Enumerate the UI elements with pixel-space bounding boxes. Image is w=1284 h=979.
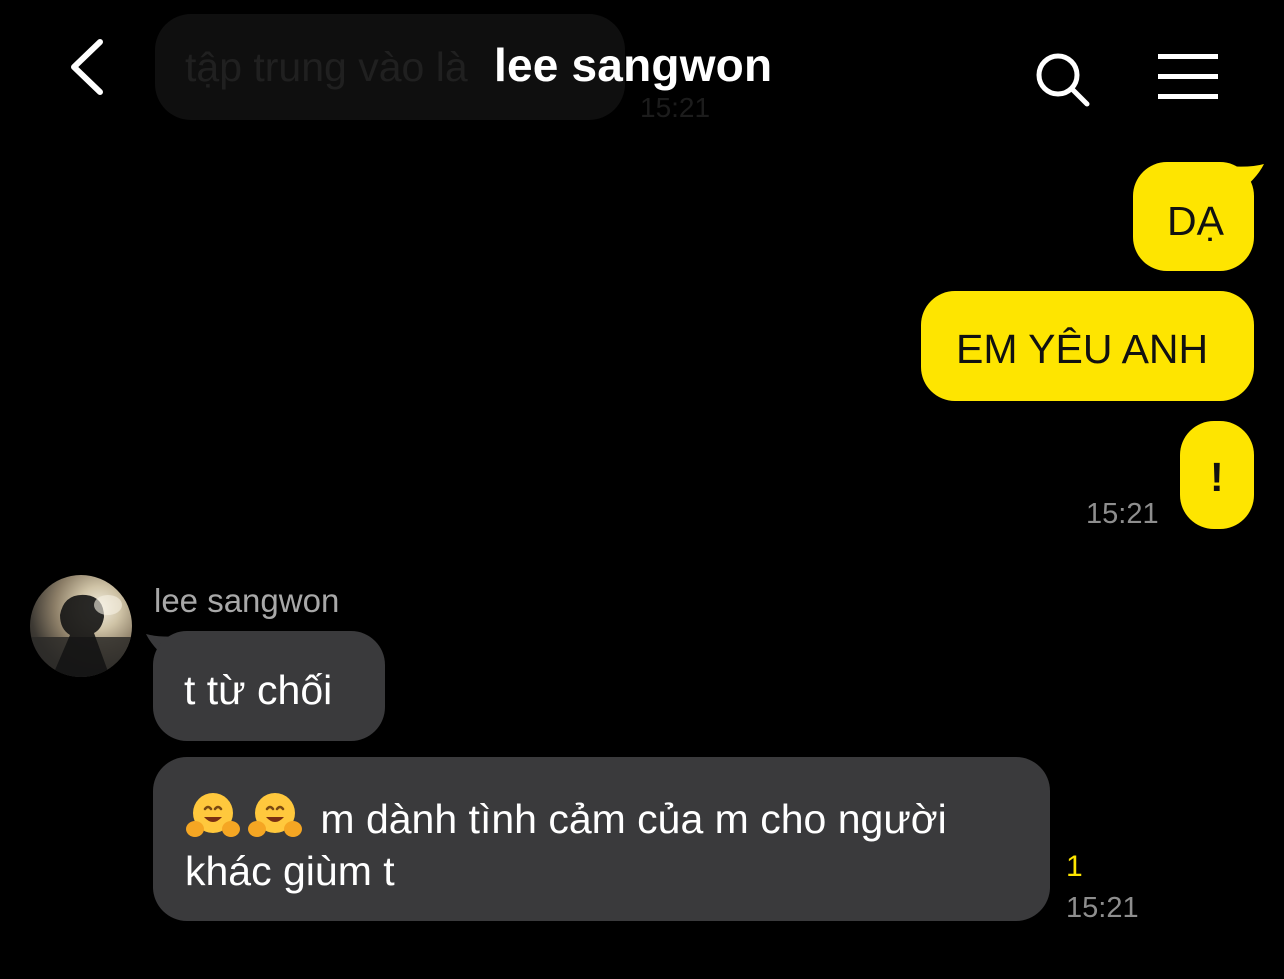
- received-message-bubble[interactable]: t từ chối: [153, 631, 385, 741]
- menu-button[interactable]: [1156, 52, 1220, 102]
- sent-message-bubble[interactable]: !: [1180, 421, 1254, 529]
- sent-message-text: DẠ: [1167, 198, 1224, 244]
- sent-message-bubble[interactable]: DẠ: [1133, 162, 1254, 271]
- sent-message-text: EM YÊU ANH: [956, 326, 1209, 372]
- hamburger-menu-icon: [1158, 54, 1218, 99]
- avatar-photo: [30, 594, 132, 677]
- hugging-face-emoji-icon: [186, 793, 240, 837]
- received-message-time: 15:21: [1066, 892, 1139, 924]
- received-message-bubble[interactable]: m dành tình cảm của m cho người khác giù…: [153, 757, 1050, 921]
- sent-message-bubble[interactable]: EM YÊU ANH: [921, 291, 1254, 401]
- sender-name: lee sangwon: [154, 582, 340, 619]
- sent-message-time: 15:21: [1086, 498, 1159, 530]
- chat-title: lee sangwon: [494, 39, 773, 91]
- back-button[interactable]: [62, 36, 116, 98]
- search-icon: [1036, 53, 1090, 107]
- previous-message-text: tập trung vào là: [185, 44, 468, 90]
- received-message-text: t từ chối: [184, 667, 333, 713]
- chevron-left-icon: [71, 39, 103, 95]
- sent-message-text: !: [1210, 454, 1224, 500]
- hugging-face-emoji-icon: [248, 793, 302, 837]
- search-button[interactable]: [1032, 50, 1096, 110]
- unread-count: 1: [1066, 850, 1083, 883]
- sender-avatar[interactable]: [30, 575, 132, 677]
- previous-message-time: 15:21: [640, 92, 711, 123]
